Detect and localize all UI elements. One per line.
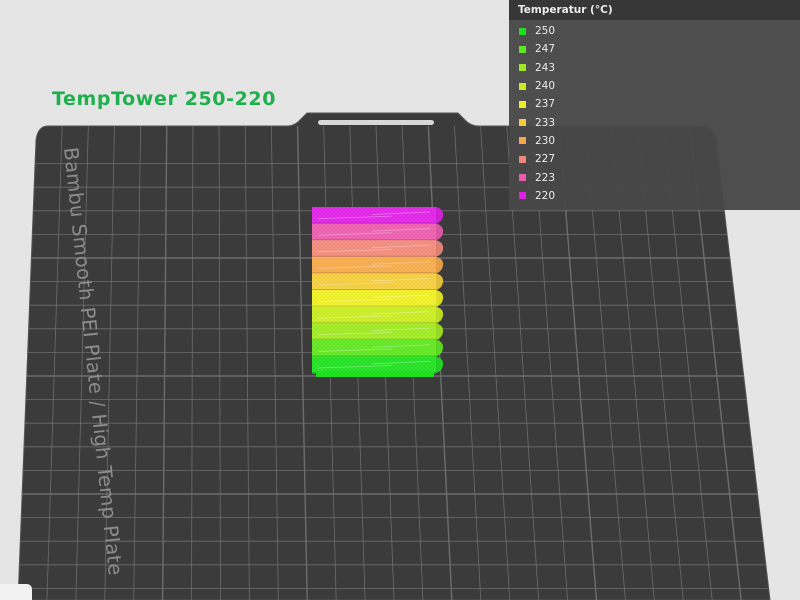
tower-segment (312, 356, 444, 374)
legend-item: 227 (509, 150, 800, 168)
legend-swatch (519, 64, 526, 72)
legend-swatch (519, 82, 526, 90)
legend-label: 243 (535, 61, 556, 74)
tower-segment (312, 223, 444, 241)
temperature-legend[interactable]: Temperatur (°C) 250 247 243 240 237 233 230 227… (509, 0, 800, 210)
legend-item: 230 (509, 132, 800, 150)
legend-label: 220 (535, 189, 556, 202)
legend-title: Temperatur (°C) (509, 0, 800, 20)
tower-segment (312, 323, 444, 341)
legend-label: 250 (535, 25, 556, 38)
tower-base (316, 371, 434, 377)
legend-item: 233 (509, 113, 800, 131)
legend-label: 223 (535, 171, 556, 184)
legend-swatch (519, 27, 526, 35)
legend-swatch (519, 192, 526, 200)
legend-swatch (519, 174, 526, 182)
tower-segment (312, 240, 444, 258)
legend-item: 223 (509, 168, 800, 186)
legend-swatch (519, 100, 526, 108)
legend-swatch (519, 119, 526, 127)
temp-tower-model[interactable] (312, 207, 444, 377)
tower-segment (312, 207, 444, 225)
legend-swatch (519, 137, 526, 145)
legend-swatch (519, 45, 526, 53)
tower-segment (312, 273, 444, 291)
tower-segment (312, 339, 444, 357)
plate-title: TempTower 250-220 (52, 88, 277, 110)
tower-segment (312, 290, 444, 308)
view-toolbar-button[interactable] (0, 584, 32, 600)
3d-viewport[interactable]: Bambu Smooth PEI Plate / High Temp Plate… (0, 0, 800, 600)
legend-item: 247 (509, 40, 800, 58)
tower-segment (312, 306, 444, 324)
legend-item: 220 (509, 187, 800, 205)
legend-item: 240 (509, 77, 800, 95)
legend-label: 247 (535, 43, 556, 56)
tower-segment (312, 256, 444, 274)
legend-label: 240 (535, 80, 556, 93)
legend-label: 237 (535, 98, 556, 111)
legend-item: 243 (509, 59, 800, 77)
legend-label: 227 (535, 153, 556, 166)
plate-handle (318, 120, 434, 125)
legend-swatch (519, 155, 526, 163)
legend-item: 237 (509, 95, 800, 113)
legend-label: 233 (535, 116, 556, 129)
legend-label: 230 (535, 134, 556, 147)
legend-item: 250 (509, 22, 800, 40)
legend-items: 250 247 243 240 237 233 230 227 223 220 (509, 20, 800, 205)
